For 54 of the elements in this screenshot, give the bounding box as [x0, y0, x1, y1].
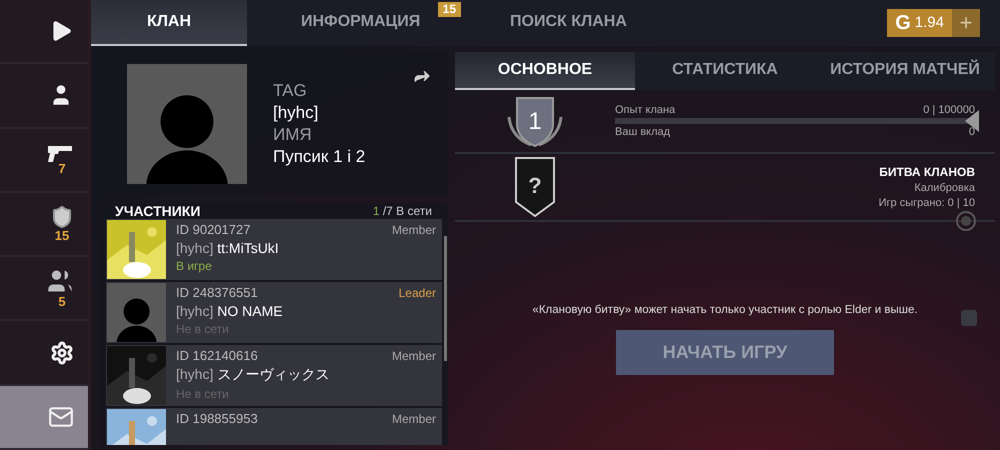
tab[interactable]: ОСНОВНОЕ — [455, 52, 635, 90]
member-role: Member — [392, 412, 436, 426]
member-id: ID 248376551 — [176, 285, 258, 300]
scrollbar[interactable] — [444, 236, 447, 361]
square-icon — [961, 310, 977, 326]
circle-icon — [955, 210, 977, 232]
member-name: [hyhc] NO NAME — [176, 303, 284, 319]
tab[interactable]: СТАТИСТИКА — [635, 52, 815, 90]
member-row[interactable]: ID 198855953 Member — [106, 408, 442, 445]
tab[interactable]: ПОИСК КЛАНА — [467, 0, 657, 46]
pistol-icon — [46, 144, 74, 162]
settings-icon — [50, 340, 74, 365]
shield-icon — [50, 204, 74, 229]
field-label: TAG — [273, 80, 308, 100]
contribution-value: 0 — [968, 126, 975, 138]
count-label: 5 — [57, 295, 67, 310]
sidebar-item[interactable] — [0, 0, 88, 64]
sidebar-item[interactable] — [0, 386, 88, 450]
section-title: УЧАСТНИКИ — [115, 203, 200, 219]
online-count: 1 /7 В сети — [372, 204, 432, 218]
tab[interactable]: ИНФОРМАЦИЯ 15 — [247, 0, 467, 46]
member-role: Member — [392, 348, 436, 362]
sidebar-item[interactable]: 5 — [0, 257, 88, 322]
battle-badge: ? — [515, 157, 555, 217]
sidebar-item[interactable] — [0, 64, 88, 129]
member-status: В игре — [176, 259, 213, 273]
xp-value: 0 | 100000 — [923, 104, 975, 116]
contribution-label: Ваш вклад — [615, 126, 670, 138]
sidebar-item[interactable]: 7 — [0, 128, 88, 193]
member-id: ID 198855953 — [176, 411, 258, 426]
count-label: 7 — [57, 162, 67, 176]
member-role: Leader — [398, 286, 436, 300]
battle-title: БИТВА КЛАНОВ — [879, 165, 975, 179]
member-name: [hyhc] スノーヴィックス — [176, 366, 330, 384]
member-name: [hyhc] tt:MiTsUkI — [176, 240, 280, 256]
sidebar-item[interactable]: 15 — [0, 192, 88, 258]
notice-text: «Клановую битву» может начать только участник с ролью Elder и выше. — [532, 304, 918, 316]
tab[interactable]: КЛАН — [91, 0, 247, 46]
field-label: ИМЯ — [273, 124, 313, 144]
battle-status: Калибровка — [914, 182, 975, 194]
tab[interactable]: ИСТОРИЯ МАТЧЕЙ — [815, 52, 995, 90]
sidebar-item[interactable] — [0, 321, 88, 386]
currency-symbol: G — [894, 11, 912, 36]
currency-amount: 1.94 — [914, 13, 945, 33]
count-badge: 15 — [438, 2, 461, 17]
member-role: Member — [392, 222, 436, 236]
member-id: ID 162140616 — [176, 348, 258, 363]
games-played: Игр сыграно: 0 | 10 — [878, 197, 975, 209]
clan-tag: [hyhc] — [273, 102, 366, 122]
clan-name: Пупсик 1 i 2 — [273, 146, 366, 166]
xp-label: Опыт клана — [615, 104, 676, 116]
member-id: ID 90201727 — [176, 222, 250, 237]
member-row[interactable]: ID 90201727 Member [hyhc] tt:MiTsUkI В игре — [106, 219, 442, 280]
count-label: 15 — [54, 228, 70, 243]
